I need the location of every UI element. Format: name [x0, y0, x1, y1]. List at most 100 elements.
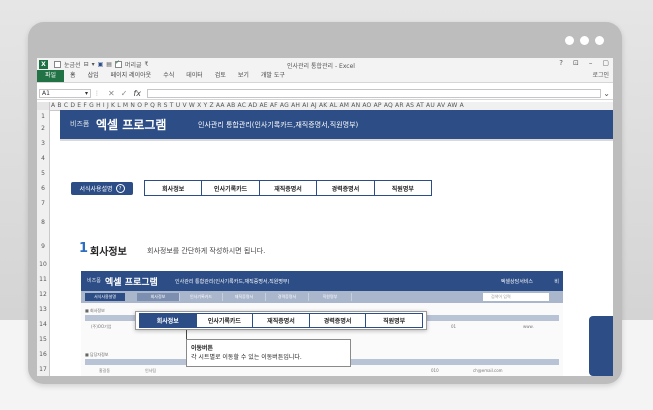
- preview-subtitle: 인사관리 통합관리(인사기록카드,재직증명서,직원명부): [175, 279, 290, 285]
- enter-icon[interactable]: ✓: [121, 89, 128, 98]
- tooltip-pointer: [186, 330, 187, 339]
- tab-review[interactable]: 검토: [209, 70, 232, 82]
- formula-input[interactable]: [146, 89, 602, 98]
- nav-personnel-card[interactable]: 인사기록카드: [202, 181, 260, 195]
- preview-logo: 비즈폼: [87, 278, 101, 284]
- popup-nav-employee-list[interactable]: 직원명부: [366, 314, 422, 327]
- popup-nav-personnel-card[interactable]: 인사기록카드: [197, 314, 254, 327]
- popup-nav-employment-cert[interactable]: 재직증명서: [253, 314, 310, 327]
- name-box[interactable]: A1 ▾: [39, 89, 91, 98]
- help-circle-icon: ?: [115, 184, 125, 193]
- maximize-icon[interactable]: ▢: [602, 59, 609, 67]
- window-controls: ? ⊡ – ▢: [559, 59, 609, 67]
- more-icon: ⋮: [94, 90, 100, 97]
- tooltip: 이동버튼 각 시트별로 이동할 수 있는 이동버튼입니다.: [186, 339, 351, 367]
- row-number[interactable]: 14: [37, 321, 49, 328]
- column-letters[interactable]: A B C D E F G H I J K L M N O P Q R S T …: [51, 102, 464, 110]
- window-title: 인사관리 통합관리 - Excel: [287, 63, 355, 70]
- help-icon[interactable]: ?: [559, 59, 563, 67]
- preview-tab: 직원명부: [309, 293, 352, 301]
- customize-icon[interactable]: ₹: [145, 61, 149, 68]
- preview-tab: 인사기록카드: [180, 293, 223, 301]
- row-number[interactable]: 8: [37, 219, 49, 226]
- dropdown-icon[interactable]: ▾: [92, 61, 95, 68]
- preview-label-manager: ■ 담당자정보: [85, 352, 109, 357]
- row-number[interactable]: 9: [37, 243, 49, 250]
- section-description: 회사정보를 간단하게 작성하시면 됩니다.: [147, 247, 266, 255]
- usage-guide-button[interactable]: 서식사용설명 ?: [71, 182, 133, 195]
- save-icon[interactable]: ▣: [98, 61, 104, 68]
- preview-cell: (주)OO기업: [91, 324, 112, 329]
- row-number[interactable]: 5: [37, 170, 49, 177]
- popup-nav-career-cert[interactable]: 경력증명서: [310, 314, 367, 327]
- row-headers: 1 2 3 4 5 6 7 8 9 10 11 12 13 14 15 16 1…: [37, 110, 50, 376]
- formula-bar: A1 ▾ ⋮ ✕ ✓ fx ⌄: [37, 88, 613, 100]
- preview-banner: 비즈폼 엑셀 프로그램 인사관리 통합관리(인사기록카드,재직증명서,직원명부)…: [81, 271, 563, 291]
- popup-nav-buttons: 회사정보 인사기록카드 재직증명서 경력증명서 직원명부: [139, 313, 423, 328]
- view-icon[interactable]: ⊟: [84, 61, 89, 68]
- row-number[interactable]: 17: [37, 366, 49, 373]
- row-number[interactable]: 4: [37, 155, 49, 162]
- tab-insert[interactable]: 삽입: [82, 70, 105, 82]
- preview-side-tab: [589, 316, 613, 376]
- headings-checkbox[interactable]: [114, 59, 122, 68]
- tab-view[interactable]: 보기: [232, 70, 255, 82]
- preview-tab: 재직증명서: [223, 293, 266, 301]
- preview-search: 검색어 입력: [483, 293, 549, 301]
- expand-formula-icon[interactable]: ⌄: [603, 89, 610, 98]
- dot-icon: [580, 36, 589, 45]
- headings-label: 머리글: [124, 61, 142, 69]
- row-number[interactable]: 11: [37, 276, 49, 283]
- row-number[interactable]: 12: [37, 291, 49, 298]
- popup-nav-callout: 회사정보 인사기록카드 재직증명서 경력증명서 직원명부: [135, 311, 427, 330]
- login-link[interactable]: 로그인: [592, 70, 609, 82]
- preview-cell: 홍길동: [99, 368, 111, 373]
- print-icon[interactable]: ▤: [106, 61, 112, 68]
- chevron-down-icon[interactable]: ▾: [85, 90, 88, 97]
- row-number[interactable]: 10: [37, 261, 49, 268]
- row-number[interactable]: 7: [37, 200, 49, 207]
- preview-cell: 인사팀: [145, 368, 157, 373]
- row-number[interactable]: 15: [37, 336, 49, 343]
- program-title: 엑셀 프로그램: [96, 118, 167, 132]
- nav-company-info[interactable]: 회사정보: [145, 181, 203, 195]
- tab-home[interactable]: 홈: [64, 70, 82, 82]
- minimize-icon[interactable]: –: [589, 59, 593, 67]
- sheet-nav: 회사정보 인사기록카드 재직증명서 경력증명서 직원명부: [144, 180, 432, 196]
- preview-cell: www.: [523, 324, 534, 329]
- program-banner: 비즈폼 엑셀 프로그램 인사관리 통합관리(인사기록카드,재직증명서,직원명부): [60, 110, 613, 139]
- tab-formulas[interactable]: 수식: [157, 70, 180, 82]
- nav-employee-list[interactable]: 직원명부: [375, 181, 431, 195]
- window-dots: [565, 36, 604, 45]
- preview-tab: 경력증명서: [266, 293, 309, 301]
- preview-extra: 비: [554, 279, 559, 285]
- preview-tab: 회사정보: [137, 293, 180, 301]
- popup-nav-company-info[interactable]: 회사정보: [140, 314, 197, 327]
- preview-label-company: ■ 회사정보: [85, 308, 105, 313]
- bizform-logo: 비즈폼: [70, 120, 90, 128]
- ribbon-display-icon[interactable]: ⊡: [573, 59, 579, 67]
- preview-tabs: 회사정보 인사기록카드 재직증명서 경력증명서 직원명부: [137, 293, 352, 301]
- tab-developer[interactable]: 개발 도구: [255, 70, 291, 82]
- cancel-icon[interactable]: ✕: [108, 89, 115, 98]
- nav-career-cert[interactable]: 경력증명서: [317, 181, 375, 195]
- row-number[interactable]: 13: [37, 306, 49, 313]
- dot-icon: [595, 36, 604, 45]
- tab-file[interactable]: 파일: [37, 70, 65, 82]
- program-subtitle: 인사관리 통합관리(인사기록카드,재직증명서,직원명부): [198, 121, 359, 129]
- gridlines-checkbox[interactable]: [54, 60, 61, 68]
- title-bar: X 눈금선 ⊟ ▾ ▣ ▤ 머리글 ₹ 인사관리 통합관리 - Excel ? …: [37, 58, 613, 70]
- formula-buttons: ✕ ✓ fx: [108, 89, 141, 98]
- quick-access-toolbar: 눈금선 ⊟ ▾ ▣ ▤ 머리글 ₹: [54, 59, 149, 69]
- row-number[interactable]: 6: [37, 185, 49, 192]
- tab-page-layout[interactable]: 페이지 레이아웃: [105, 70, 158, 82]
- row-number[interactable]: 16: [37, 351, 49, 358]
- tooltip-text: 각 시트별로 이동할 수 있는 이동버튼입니다.: [191, 354, 302, 361]
- row-number[interactable]: 2: [37, 125, 49, 132]
- nav-employment-cert[interactable]: 재직증명서: [260, 181, 318, 195]
- insert-function-icon[interactable]: fx: [133, 89, 141, 98]
- select-all-corner[interactable]: [37, 102, 50, 110]
- row-number[interactable]: 1: [37, 113, 49, 120]
- row-number[interactable]: 3: [37, 140, 49, 147]
- tab-data[interactable]: 데이터: [180, 70, 209, 82]
